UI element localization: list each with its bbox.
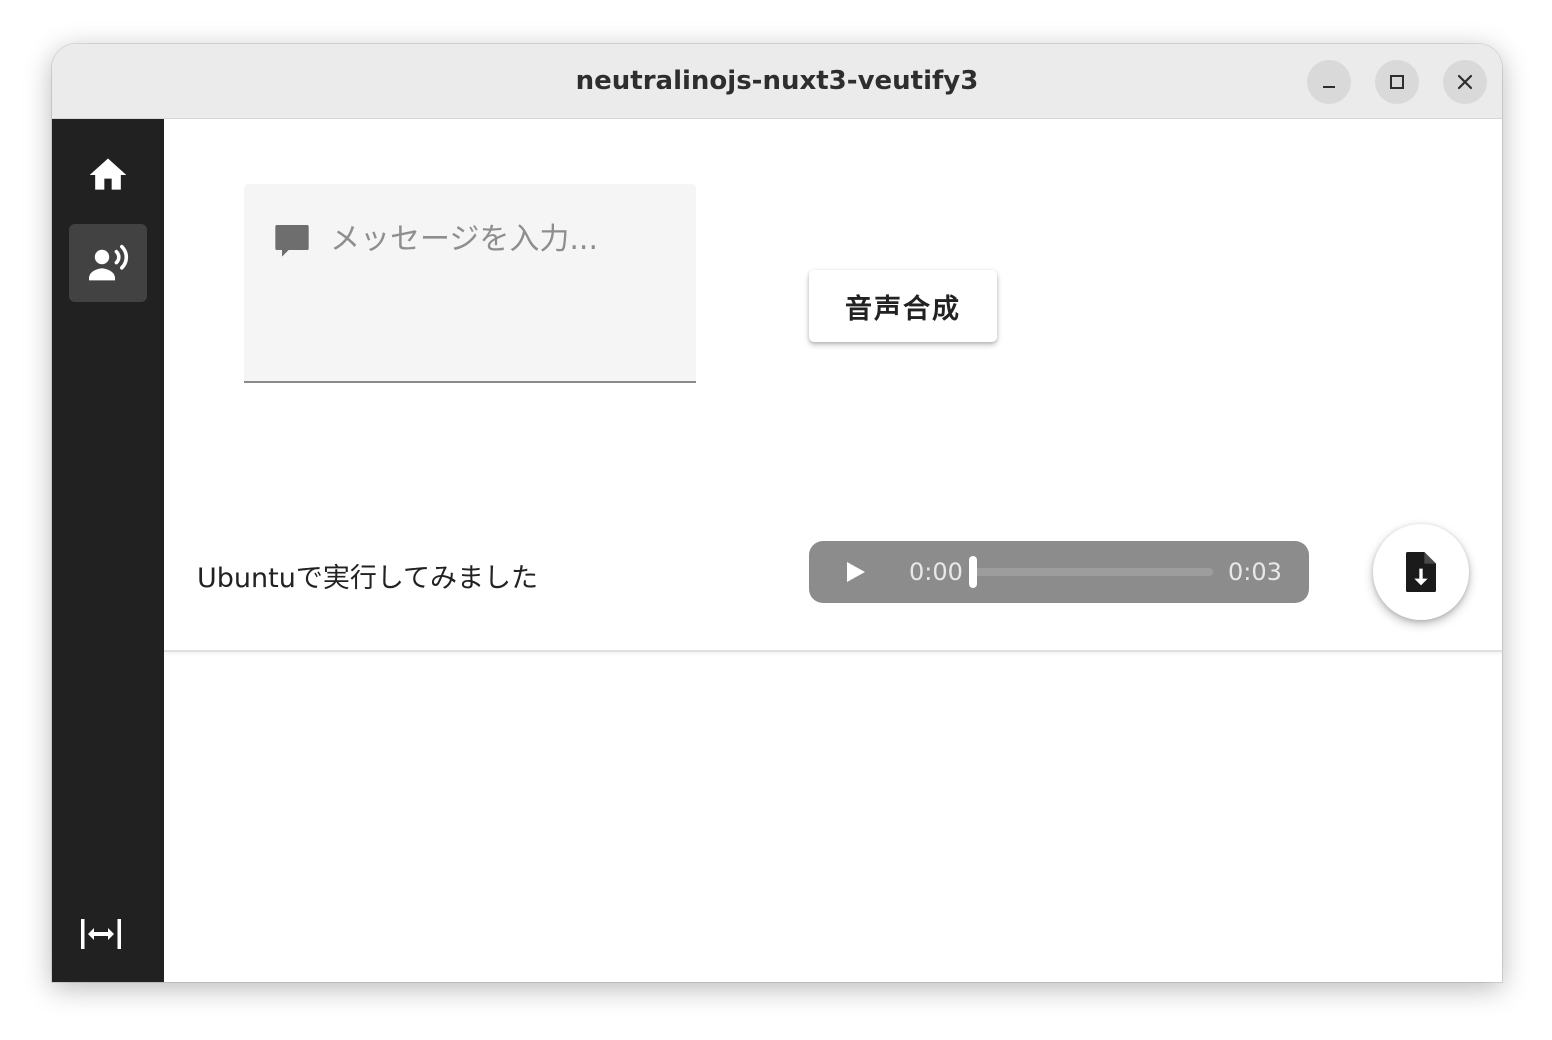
- nav-rail: [52, 119, 164, 982]
- comment-icon: [275, 225, 309, 257]
- message-placeholder: メッセージを入力...: [330, 222, 599, 257]
- audio-seek-bar[interactable]: [969, 568, 1213, 576]
- play-icon[interactable]: [839, 557, 871, 587]
- window-title: neutralinojs-nuxt3-veutify3: [575, 66, 979, 96]
- speaker-person-icon: [89, 244, 129, 281]
- maximize-button[interactable]: [1375, 60, 1419, 104]
- result-list-item: Ubuntuで実行してみました 0:00 0:03: [164, 524, 1502, 652]
- file-download-icon: [1406, 552, 1436, 592]
- audio-duration: 0:03: [1228, 558, 1282, 586]
- message-textarea[interactable]: メッセージを入力...: [244, 184, 696, 383]
- main-content: メッセージを入力... 音声合成 Ubuntuで実行してみました 0:00 0:…: [164, 119, 1502, 982]
- expand-horizontal-icon: [81, 919, 121, 949]
- maximize-icon: [1390, 75, 1404, 89]
- audio-player: 0:00 0:03: [809, 541, 1309, 603]
- home-icon: [89, 158, 127, 190]
- download-button[interactable]: [1373, 524, 1469, 620]
- close-icon: [1457, 74, 1473, 90]
- app-window: neutralinojs-nuxt3-veutify3 メッセージを入力... …: [52, 44, 1502, 982]
- close-button[interactable]: [1443, 60, 1487, 104]
- audio-seek-thumb[interactable]: [969, 556, 977, 588]
- audio-current-time: 0:00: [909, 558, 963, 586]
- minimize-button[interactable]: [1307, 60, 1351, 104]
- minimize-icon: [1323, 86, 1335, 88]
- nav-item-speech[interactable]: [69, 224, 147, 302]
- result-text: Ubuntuで実行してみました: [197, 563, 539, 594]
- nav-item-home[interactable]: [69, 136, 147, 214]
- rail-expand-button[interactable]: [76, 914, 126, 954]
- synthesize-button[interactable]: 音声合成: [809, 270, 997, 342]
- title-bar: neutralinojs-nuxt3-veutify3: [52, 44, 1502, 119]
